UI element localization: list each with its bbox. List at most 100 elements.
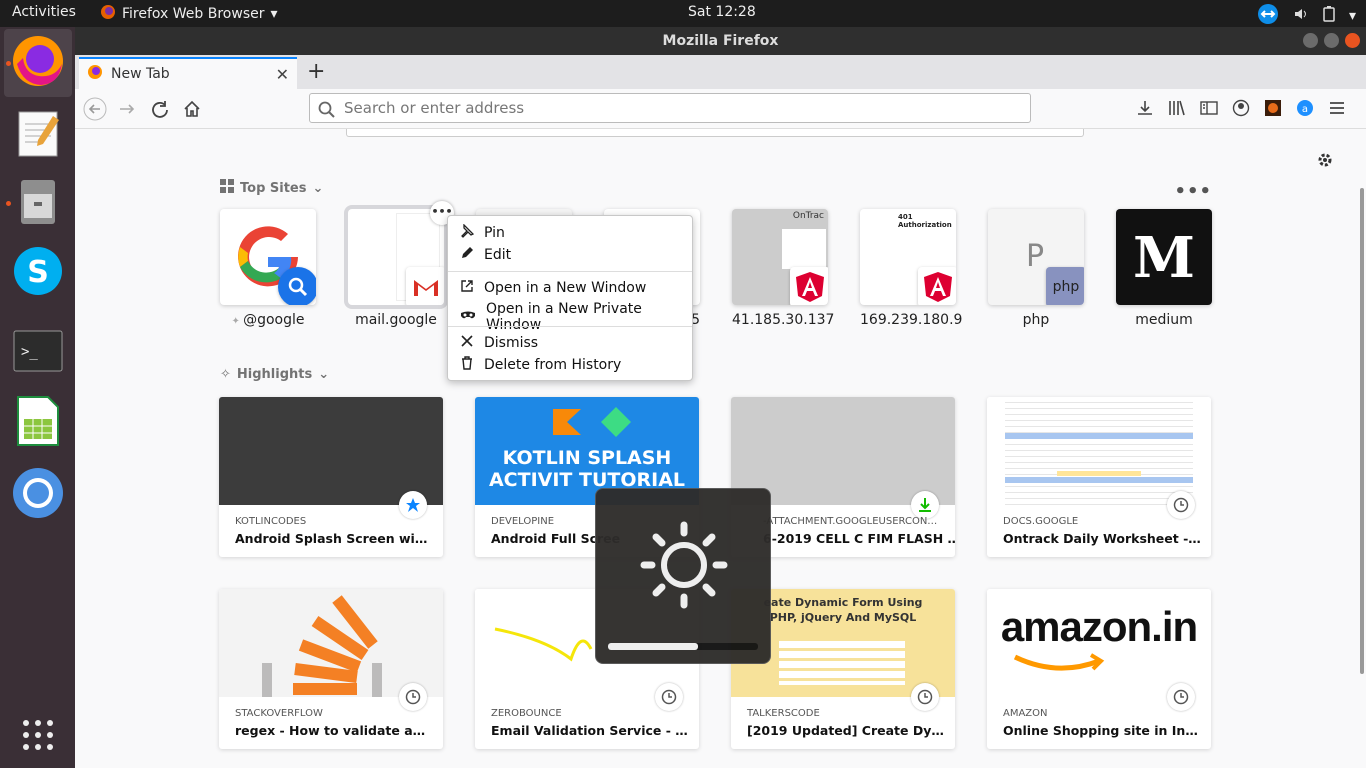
card-title: Ontrack Daily Worksheet - Goo… [1003, 531, 1201, 546]
top-sites-header[interactable]: Top Sites ⌄ [220, 179, 323, 197]
site-tile: P php [988, 209, 1084, 305]
top-site-medium[interactable]: M medium [1116, 209, 1212, 328]
home-button[interactable] [180, 97, 204, 121]
minimize-button[interactable] [1303, 33, 1318, 48]
menu-item-open-new-window[interactable]: Open in a New Window [460, 279, 646, 297]
clock[interactable]: Sat 12:28 [688, 4, 756, 20]
highlight-card-amazon[interactable]: amazon.in AMAZON Online Shopping site in… [987, 589, 1211, 749]
card-source: DEVELOPINE [491, 516, 555, 527]
window-controls [1303, 33, 1360, 48]
menu-item-label: Delete from History [484, 357, 622, 373]
menu-item-dismiss[interactable]: Dismiss [460, 334, 538, 352]
tab-new-tab[interactable]: New Tab ✕ [79, 57, 297, 89]
url-placeholder: Search or enter address [344, 99, 525, 117]
terminal-icon: >_ [13, 330, 63, 376]
top-site-401[interactable]: 401 Authorization 169.239.180.9 [860, 209, 962, 328]
extension-blue-icon[interactable]: a [1296, 99, 1314, 121]
menu-item-edit[interactable]: Edit [460, 246, 511, 264]
android-logo [601, 407, 631, 441]
pencil-icon [460, 246, 474, 264]
trash-icon [460, 356, 474, 374]
dock-terminal[interactable]: >_ [4, 319, 72, 387]
clock-icon [655, 683, 683, 711]
angular-icon [790, 267, 828, 305]
close-window-button[interactable] [1345, 33, 1360, 48]
firefox-icon [11, 34, 65, 92]
dock-text-editor[interactable] [4, 101, 72, 169]
chevron-down-icon: ⌄ [312, 180, 324, 196]
search-icon [318, 100, 336, 128]
reload-button[interactable] [148, 97, 172, 121]
show-applications-button[interactable] [4, 703, 72, 771]
highlight-card-docs-google[interactable]: DOCS.GOOGLE Ontrack Daily Worksheet - Go… [987, 397, 1211, 557]
site-label: 41.185.30.137 [732, 312, 835, 328]
card-title: 6-2019 CELL C FIM FLASH … [763, 531, 955, 546]
menu-item-open-private-window[interactable]: Open in a New Private Window [460, 301, 692, 333]
menu-item-pin[interactable]: Pin [460, 223, 505, 242]
top-site-google[interactable]: ✦ @google [220, 209, 316, 328]
system-tray[interactable]: ▾ [1257, 3, 1356, 29]
skype-icon: S [12, 245, 64, 301]
volume-icon[interactable] [1293, 6, 1309, 26]
card-source: STACKOVERFLOW [235, 708, 323, 719]
svg-text:>_: >_ [21, 344, 38, 360]
dock-chromium[interactable] [4, 461, 72, 529]
menu-item-delete-history[interactable]: Delete from History [460, 356, 621, 374]
dock-spreadsheet[interactable] [4, 389, 72, 457]
sidebar-icon[interactable] [1200, 99, 1218, 121]
url-bar[interactable]: Search or enter address [309, 93, 1031, 123]
download-icon [911, 491, 939, 519]
library-icon[interactable] [1168, 99, 1186, 121]
top-sites-menu-button[interactable]: ••• [1174, 181, 1212, 202]
brightness-osd [595, 488, 771, 664]
highlight-card-kotlincodes[interactable]: KOTLINCODES Android Splash Screen with K… [219, 397, 443, 557]
new-tab-button[interactable]: + [307, 59, 325, 84]
dock-firefox[interactable] [4, 29, 72, 97]
grid-icon [220, 179, 234, 197]
app-menu[interactable]: Firefox Web Browser ▾ [100, 4, 278, 24]
section-title: Top Sites [240, 180, 307, 196]
clock-icon [911, 683, 939, 711]
php-icon: php [1046, 267, 1084, 305]
activities-button[interactable]: Activities [12, 4, 76, 20]
private-mask-icon [460, 309, 476, 325]
tab-title: New Tab [111, 66, 170, 82]
top-site-php[interactable]: P php php [988, 209, 1084, 328]
gear-icon[interactable] [1316, 151, 1334, 173]
maximize-button[interactable] [1324, 33, 1339, 48]
system-menu-icon[interactable]: ▾ [1349, 8, 1356, 24]
running-indicator [6, 61, 11, 66]
amazon-smile [1013, 653, 1105, 671]
extension-icon[interactable] [1264, 99, 1282, 121]
highlight-card-stackoverflow[interactable]: STACKOVERFLOW regex - How to validate an… [219, 589, 443, 749]
chevron-down-icon: ⌄ [318, 367, 330, 382]
account-icon[interactable] [1232, 99, 1250, 121]
top-site-ontrac[interactable]: OnTrac 41.185.30.137 [732, 209, 835, 328]
brightness-level-fill [608, 643, 698, 650]
hamburger-menu-icon[interactable] [1328, 99, 1346, 121]
close-icon [460, 334, 474, 352]
back-button[interactable] [83, 97, 107, 121]
close-tab-icon[interactable]: ✕ [276, 65, 289, 84]
top-panel: Activities Firefox Web Browser ▾ Sat 12:… [0, 0, 1366, 27]
top-site-mail-google[interactable]: mail.google [348, 209, 444, 328]
forward-button[interactable] [115, 97, 139, 121]
battery-icon[interactable] [1323, 6, 1335, 26]
downloads-icon[interactable] [1136, 99, 1154, 121]
section-title: Highlights [236, 367, 313, 382]
site-label: php [1022, 312, 1050, 328]
dock-files[interactable] [4, 169, 72, 237]
card-thumbnail [219, 397, 443, 505]
dock-skype[interactable]: S [4, 239, 72, 307]
card-source: ZEROBOUNCE [491, 708, 562, 719]
card-source: TALKERSCODE [747, 708, 820, 719]
scrollbar[interactable] [1360, 188, 1364, 674]
spreadsheet-band [1005, 477, 1193, 483]
card-source: DOCS.GOOGLE [1003, 516, 1079, 527]
card-title: [2019 Updated] Create Dynami… [747, 723, 945, 738]
svg-text:a: a [1302, 104, 1308, 115]
app-grid-icon [20, 717, 56, 757]
highlights-header[interactable]: ✧ Highlights ⌄ [220, 367, 329, 382]
top-site-context-menu: Pin Edit Open in a New Window Open in a … [447, 215, 693, 381]
teamviewer-icon[interactable] [1257, 3, 1279, 29]
